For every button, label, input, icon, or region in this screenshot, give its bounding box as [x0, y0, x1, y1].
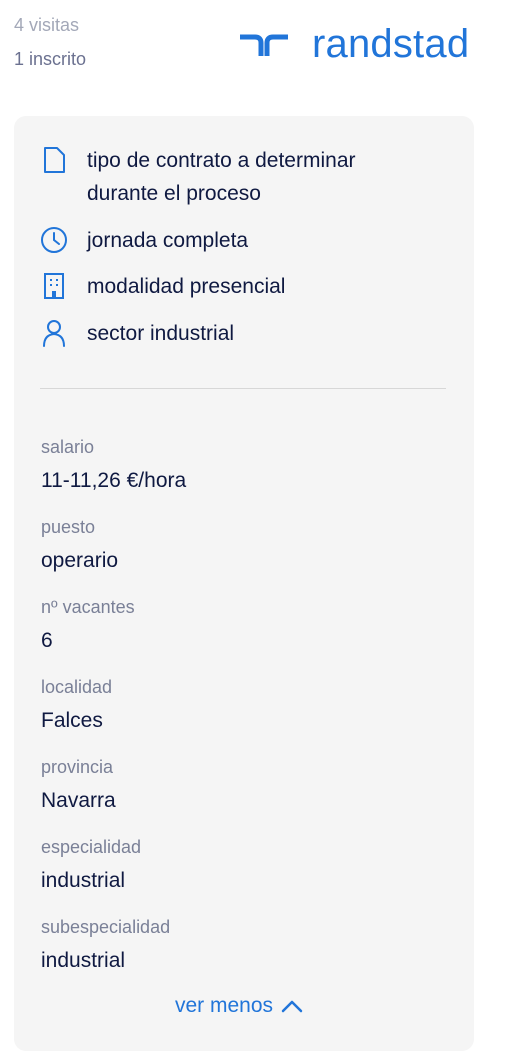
- detail-province: provincia Navarra: [41, 756, 116, 814]
- feature-schedule: jornada completa: [40, 224, 460, 257]
- job-details-card: tipo de contrato a determinar durante el…: [14, 116, 474, 1051]
- feature-modality: modalidad presencial: [40, 270, 460, 303]
- feature-contract-type: tipo de contrato a determinar durante el…: [40, 144, 460, 210]
- detail-value: 6: [41, 629, 53, 652]
- visits-count: 4 visitas: [14, 15, 80, 35]
- feature-text: sector industrial: [87, 322, 235, 345]
- detail-label: nº vacantes: [41, 597, 135, 617]
- document-icon: [40, 146, 68, 174]
- person-icon: [40, 319, 68, 347]
- feature-text: jornada completa: [87, 229, 249, 252]
- chevron-up-icon: [281, 1000, 303, 1013]
- detail-value: Navarra: [41, 789, 116, 812]
- detail-label: salario: [41, 437, 95, 457]
- building-icon: [40, 272, 68, 300]
- detail-value: industrial: [41, 949, 126, 972]
- detail-value: Falces: [41, 709, 103, 732]
- feature-text: modalidad presencial: [87, 275, 286, 298]
- clock-icon: [40, 226, 68, 254]
- see-less-button[interactable]: ver menos: [175, 994, 303, 1018]
- detail-position: puesto operario: [41, 516, 118, 574]
- detail-label: subespecialidad: [41, 917, 171, 937]
- enrolled-count: 1 inscrito: [14, 49, 87, 69]
- detail-label: especialidad: [41, 837, 142, 857]
- detail-value: operario: [41, 549, 119, 572]
- randstad-logo-icon: [240, 34, 288, 56]
- detail-vacancies: nº vacantes 6: [41, 596, 135, 654]
- detail-salary: salario 11-11,26 €/hora: [41, 436, 186, 494]
- detail-locality: localidad Falces: [41, 676, 112, 734]
- divider: [40, 388, 446, 389]
- detail-value: industrial: [41, 869, 126, 892]
- feature-text-line: durante el proceso: [87, 182, 261, 205]
- feature-text: tipo de contrato a determinar durante el…: [87, 144, 356, 210]
- randstad-logo: randstad: [238, 22, 469, 66]
- logo-wordmark: randstad: [312, 22, 470, 66]
- feature-sector: sector industrial: [40, 317, 460, 350]
- see-less-label: ver menos: [175, 994, 274, 1017]
- detail-label: localidad: [41, 677, 113, 697]
- detail-subspecialty: subespecialidad industrial: [41, 916, 170, 974]
- detail-label: puesto: [41, 517, 96, 537]
- job-stats: 4 visitas 1 inscrito: [14, 14, 86, 70]
- detail-value: 11-11,26 €/hora: [41, 469, 187, 492]
- detail-specialty: especialidad industrial: [41, 836, 141, 894]
- feature-text-line: tipo de contrato a determinar: [87, 149, 356, 172]
- detail-label: provincia: [41, 757, 114, 777]
